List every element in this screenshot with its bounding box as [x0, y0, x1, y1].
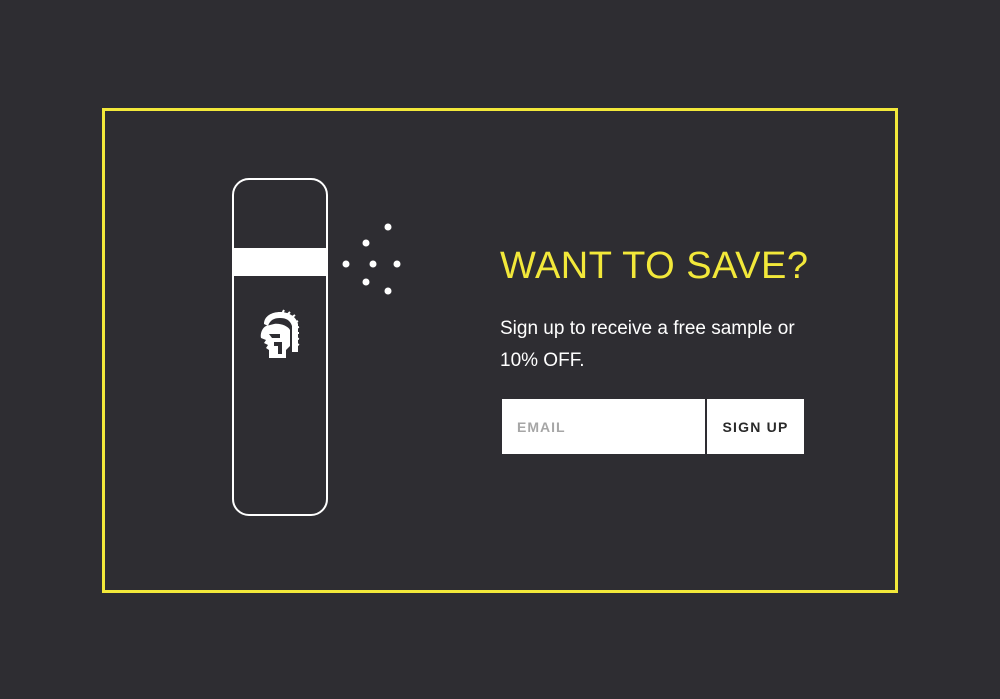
signup-form: SIGN UP: [502, 399, 804, 454]
popup-content: WANT TO SAVE? Sign up to receive a free …: [500, 240, 840, 377]
popup-headline: WANT TO SAVE?: [500, 245, 809, 287]
spray-bottle-illustration: [232, 178, 401, 516]
signup-popup: WANT TO SAVE? Sign up to receive a free …: [0, 0, 1000, 699]
popup-subtext: Sign up to receive a free sample or 10% …: [500, 318, 795, 371]
email-input[interactable]: [502, 399, 705, 454]
sign-up-button[interactable]: SIGN UP: [707, 399, 804, 454]
spartan-helmet-icon: [260, 309, 300, 358]
spray-mist-icon: [342, 223, 401, 295]
